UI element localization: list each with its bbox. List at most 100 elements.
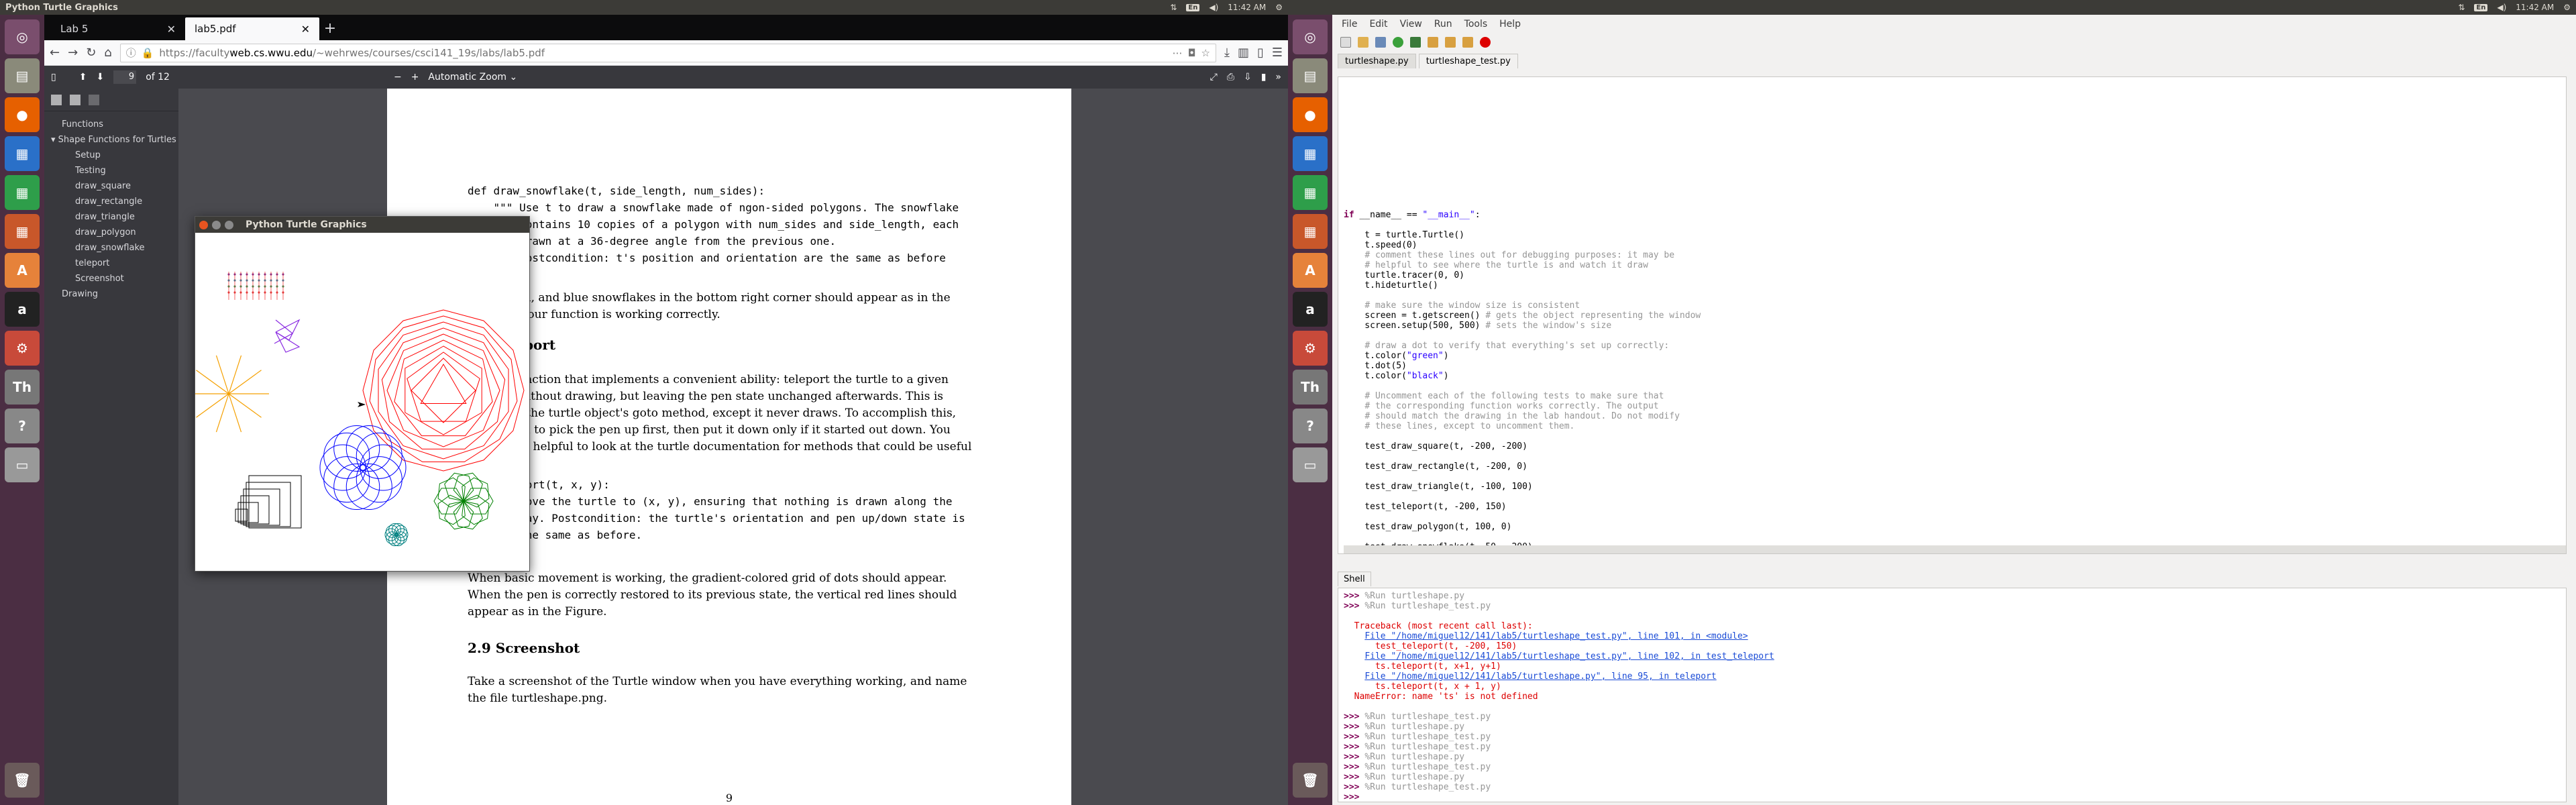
arrows-icon[interactable]: ⇅ <box>2458 3 2465 12</box>
zoom-select[interactable]: Automatic Zoom ⌄ <box>428 72 517 83</box>
shell-tab[interactable]: Shell <box>1338 572 1371 586</box>
minimize-icon[interactable] <box>212 220 221 229</box>
save-icon[interactable]: ⇩ <box>1244 72 1252 83</box>
volume-icon[interactable]: ◀) <box>1209 3 1218 12</box>
sidebar-icon[interactable]: ▯ <box>1257 46 1264 60</box>
dash-icon[interactable]: ◎ <box>1293 19 1328 54</box>
outline-item[interactable]: draw_snowflake <box>44 240 178 256</box>
new-tab-button[interactable]: + <box>319 17 341 40</box>
menu-help[interactable]: Help <box>1499 19 1521 30</box>
new-file-icon[interactable] <box>1340 37 1351 48</box>
browser-tab-active[interactable]: lab5.pdf ✕ <box>185 17 319 40</box>
outline-item[interactable]: Drawing <box>44 286 178 302</box>
open-file-icon[interactable] <box>1358 37 1368 48</box>
close-icon[interactable] <box>199 220 208 229</box>
url-bar[interactable]: ⓘ 🔒 https://facultyweb.cs.wwu.edu/~wehrw… <box>119 43 1216 62</box>
step-out-icon[interactable] <box>1462 37 1473 48</box>
amazon-icon[interactable]: a <box>5 292 40 327</box>
maximize-icon[interactable] <box>225 220 233 229</box>
page-actions-icon[interactable]: ⋯ <box>1173 47 1183 59</box>
fullscreen-icon[interactable]: ⤢ <box>1210 72 1218 83</box>
step-over-icon[interactable] <box>1428 37 1438 48</box>
arrows-icon[interactable]: ⇅ <box>1170 3 1177 12</box>
keyboard-layout-indicator[interactable]: En <box>1186 3 1200 11</box>
thumbnails-icon[interactable] <box>51 94 62 105</box>
firefox-icon[interactable]: ● <box>5 97 40 132</box>
clock[interactable]: 11:42 AM <box>2516 3 2554 12</box>
stop-icon[interactable] <box>1480 37 1491 48</box>
outline-item[interactable]: Screenshot <box>44 271 178 286</box>
settings-icon[interactable]: ⚙ <box>1293 331 1328 366</box>
gear-icon[interactable]: ⚙ <box>2563 3 2571 12</box>
close-icon[interactable]: ✕ <box>167 23 176 36</box>
bookmark-icon[interactable]: ▮ <box>1261 72 1267 83</box>
help-icon[interactable]: ? <box>5 409 40 443</box>
zoom-out-icon[interactable]: − <box>394 72 402 83</box>
debug-icon[interactable] <box>1410 37 1421 48</box>
trash-icon[interactable]: 🗑 <box>1293 763 1328 798</box>
horizontal-scrollbar[interactable] <box>1344 545 2566 553</box>
firefox-icon[interactable]: ● <box>1293 97 1328 132</box>
reload-icon[interactable]: ↻ <box>86 46 96 60</box>
menu-tools[interactable]: Tools <box>1464 19 1488 30</box>
writer-icon[interactable]: ▦ <box>1293 136 1328 171</box>
turtle-graphics-window[interactable]: Python Turtle Graphics <box>189 216 530 572</box>
clock[interactable]: 11:42 AM <box>1228 3 1266 12</box>
outline-item[interactable]: draw_triangle <box>44 209 178 225</box>
close-icon[interactable]: ✕ <box>301 23 310 36</box>
outline-icon[interactable] <box>70 94 80 105</box>
tools-icon[interactable]: » <box>1275 72 1281 83</box>
thonny-icon[interactable]: Th <box>1293 370 1328 405</box>
run-icon[interactable] <box>1393 37 1403 48</box>
files-icon[interactable]: ▤ <box>1293 58 1328 93</box>
save-file-icon[interactable] <box>1375 37 1386 48</box>
menu-file[interactable]: File <box>1342 19 1357 30</box>
library-icon[interactable]: ▥ <box>1238 46 1249 60</box>
menu-icon[interactable]: ☰ <box>1272 46 1283 60</box>
volume-icon[interactable]: ◀) <box>2497 3 2506 12</box>
home-icon[interactable]: ⌂ <box>104 46 111 60</box>
settings-icon[interactable]: ⚙ <box>5 331 40 366</box>
thonny-icon[interactable]: Th <box>5 370 40 405</box>
print-icon[interactable]: ⎙ <box>1227 72 1234 83</box>
drive-icon[interactable]: ▭ <box>5 447 40 482</box>
info-icon[interactable]: ⓘ <box>126 46 136 60</box>
back-icon[interactable]: ← <box>50 46 60 60</box>
dash-icon[interactable]: ◎ <box>5 19 40 54</box>
python-shell[interactable]: >>> %Run turtleshape.py >>> %Run turtles… <box>1338 588 2567 802</box>
outline-item[interactable]: ▾ Shape Functions for Turtles <box>44 132 178 148</box>
writer-icon[interactable]: ▦ <box>5 136 40 171</box>
zoom-in-icon[interactable]: + <box>411 72 419 83</box>
code-editor[interactable]: if __name__ == "__main__": t = turtle.Tu… <box>1338 76 2567 554</box>
outline-item[interactable]: Functions <box>44 117 178 132</box>
window-titlebar[interactable]: Python Turtle Graphics <box>195 217 529 233</box>
step-into-icon[interactable] <box>1445 37 1456 48</box>
keyboard-layout-indicator[interactable]: En <box>2474 3 2488 11</box>
impress-icon[interactable]: ▦ <box>1293 214 1328 249</box>
menu-view[interactable]: View <box>1400 19 1422 30</box>
bookmark-star-icon[interactable]: ☆ <box>1201 47 1210 59</box>
outline-item[interactable]: draw_rectangle <box>44 194 178 209</box>
tab-turtleshape[interactable]: turtleshape.py <box>1338 54 1416 68</box>
previous-page-icon[interactable]: ⬆ <box>79 72 87 83</box>
trash-icon[interactable]: 🗑 <box>5 763 40 798</box>
drive-icon[interactable]: ▭ <box>1293 447 1328 482</box>
next-page-icon[interactable]: ⬇ <box>96 72 104 83</box>
page-number-input[interactable]: 9 <box>113 70 137 84</box>
amazon-icon[interactable]: a <box>1293 292 1328 327</box>
outline-item[interactable]: Testing <box>44 163 178 178</box>
calc-icon[interactable]: ▦ <box>1293 175 1328 210</box>
impress-icon[interactable]: ▦ <box>5 214 40 249</box>
outline-item[interactable]: draw_polygon <box>44 225 178 240</box>
menu-edit[interactable]: Edit <box>1369 19 1387 30</box>
toggle-sidebar-icon[interactable]: ▯ <box>51 72 56 83</box>
pocket-icon[interactable]: ◘ <box>1188 47 1196 59</box>
outline-item[interactable]: Setup <box>44 148 178 163</box>
files-icon[interactable]: ▤ <box>5 58 40 93</box>
browser-tab[interactable]: Lab 5 ✕ <box>51 17 185 40</box>
software-center-icon[interactable]: A <box>1293 253 1328 288</box>
outline-item[interactable]: draw_square <box>44 178 178 194</box>
outline-item[interactable]: teleport <box>44 256 178 271</box>
menu-run[interactable]: Run <box>1434 19 1452 30</box>
download-icon[interactable]: ⤓ <box>1224 46 1230 60</box>
